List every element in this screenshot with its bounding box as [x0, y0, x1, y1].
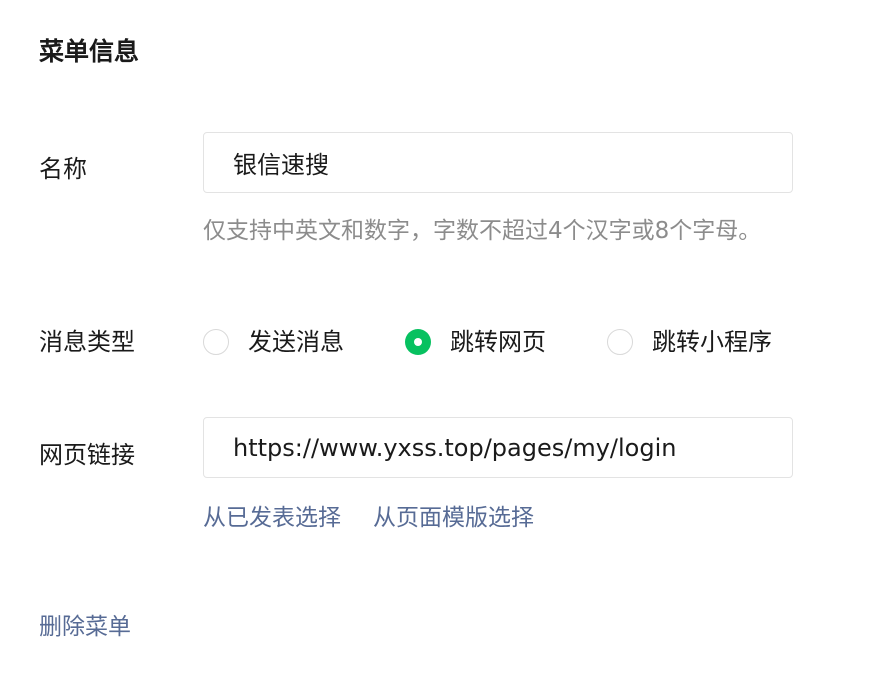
name-label: 名称 [39, 155, 87, 183]
select-from-published-link[interactable]: 从已发表选择 [203, 501, 341, 535]
radio-label: 发送消息 [248, 328, 344, 356]
url-label: 网页链接 [39, 441, 135, 469]
radio-label: 跳转小程序 [652, 328, 772, 356]
radio-option-send-message[interactable]: 发送消息 [203, 325, 344, 359]
radio-label: 跳转网页 [450, 328, 546, 356]
name-hint: 仅支持中英文和数字，字数不超过4个汉字或8个字母。 [203, 218, 762, 244]
panel-title: 菜单信息 [39, 37, 140, 66]
delete-menu-link[interactable]: 删除菜单 [39, 610, 131, 644]
radio-unchecked-icon [607, 329, 633, 355]
url-input[interactable] [203, 417, 793, 478]
radio-unchecked-icon [203, 329, 229, 355]
radio-option-jump-webpage[interactable]: 跳转网页 [405, 325, 546, 359]
url-source-links: 从已发表选择 从页面模版选择 [203, 501, 534, 535]
radio-option-jump-miniprogram[interactable]: 跳转小程序 [607, 325, 772, 359]
message-type-label: 消息类型 [39, 328, 135, 356]
name-input[interactable] [203, 132, 793, 193]
radio-checked-icon [405, 329, 431, 355]
select-from-template-link[interactable]: 从页面模版选择 [373, 501, 534, 535]
